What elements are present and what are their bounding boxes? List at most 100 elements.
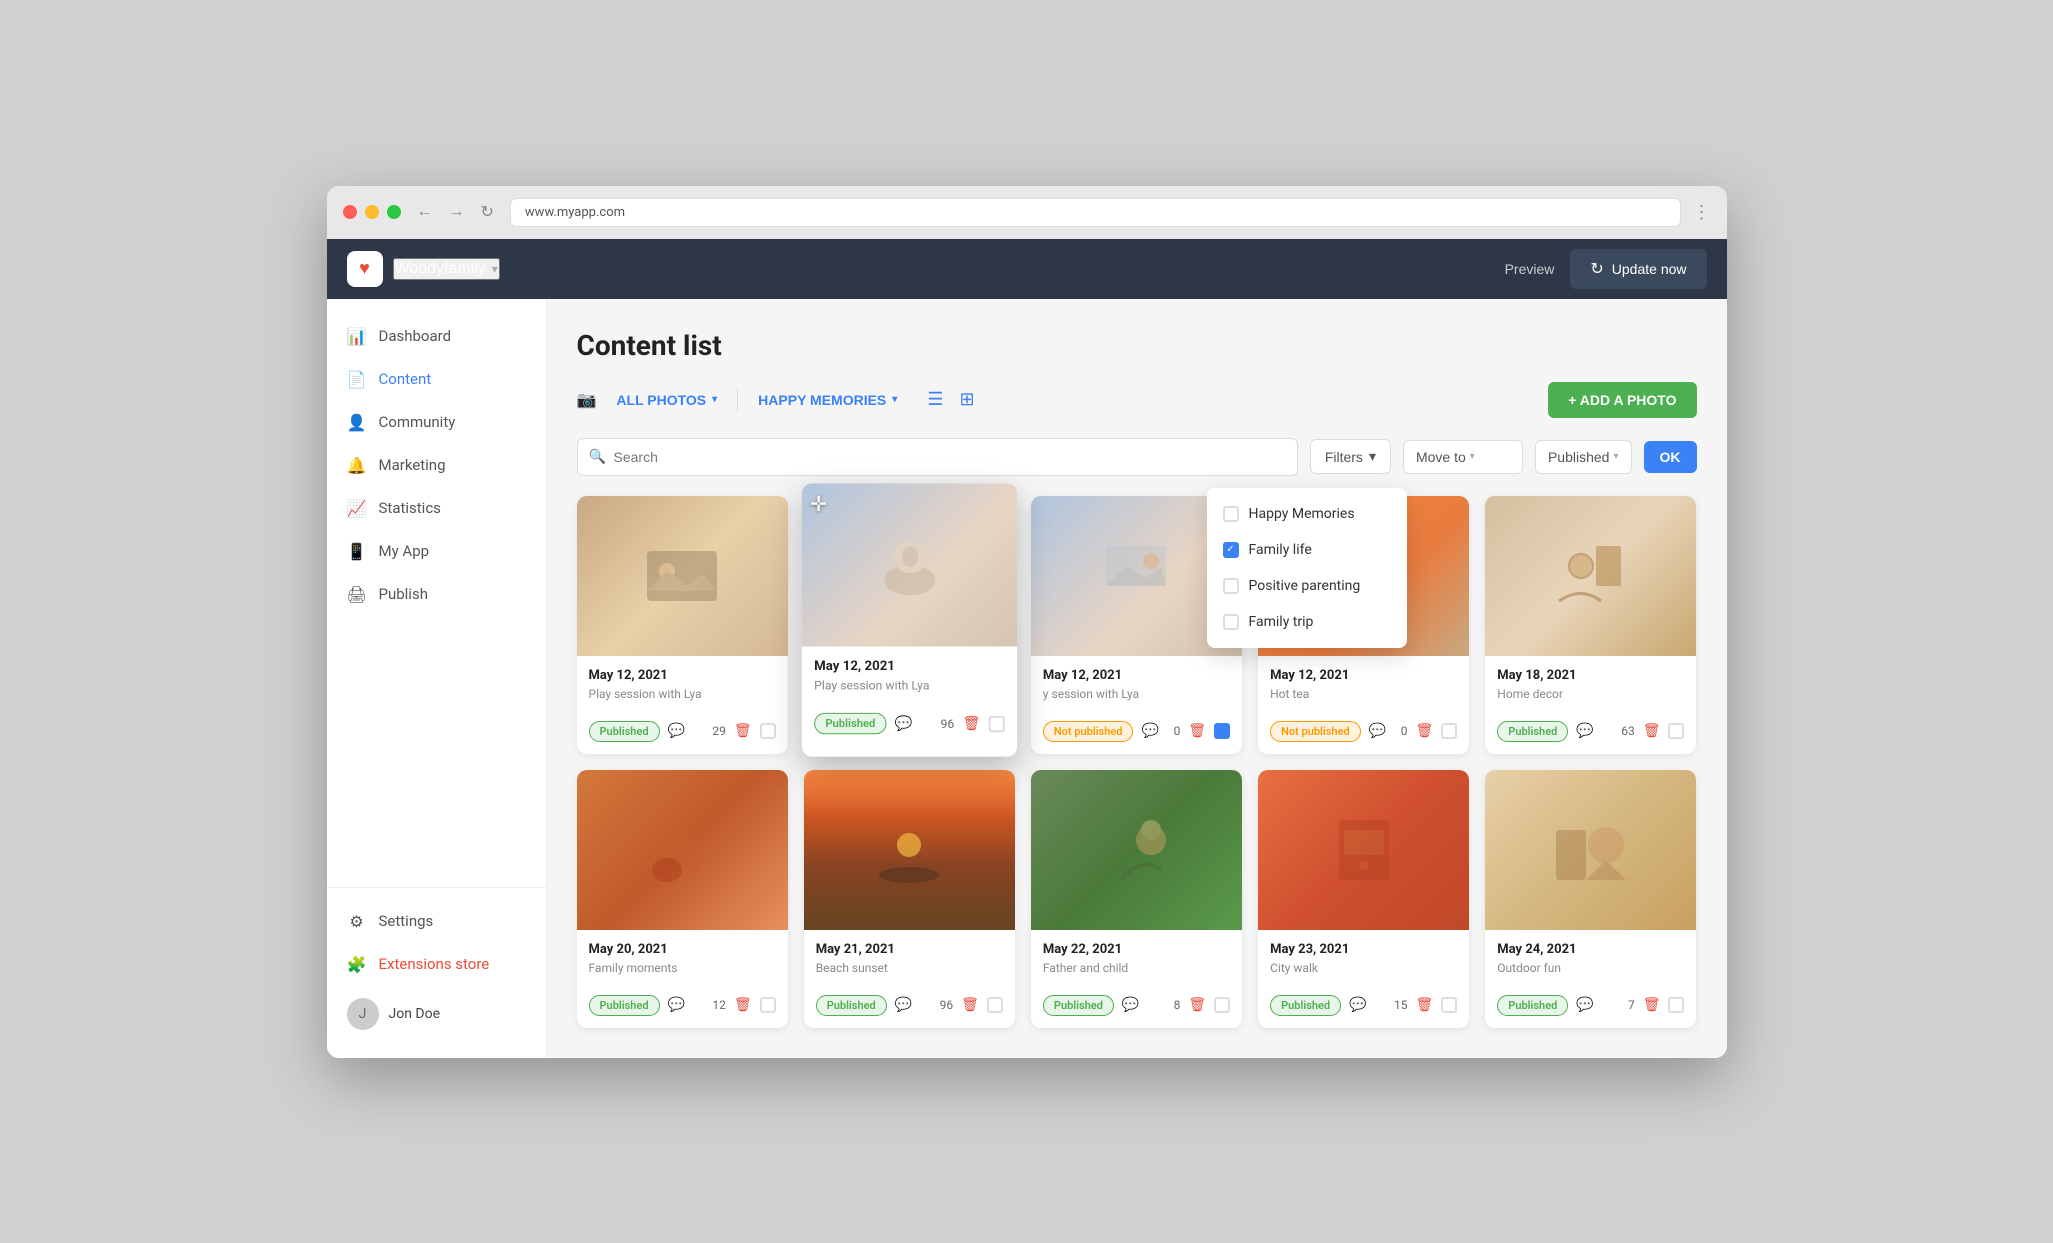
dropdown-item-family-trip[interactable]: Family trip <box>1207 604 1407 640</box>
forward-button[interactable]: → <box>445 198 469 226</box>
published-select[interactable]: Published ▾ <box>1535 440 1632 474</box>
photo-card-6[interactable]: May 20, 2021 Family moments Published 💬 … <box>577 770 788 1028</box>
card-checkbox-2[interactable] <box>988 715 1004 731</box>
traffic-lights <box>343 205 401 219</box>
trash-icon-10[interactable]: 🗑 <box>1643 997 1661 1013</box>
photo-card-10[interactable]: May 24, 2021 Outdoor fun Published 💬 7 🗑 <box>1485 770 1696 1028</box>
trash-icon-6[interactable]: 🗑 <box>734 997 752 1013</box>
checkbox-positive-parenting[interactable] <box>1223 578 1239 594</box>
published-label: Published <box>1548 449 1610 465</box>
header-left: ♥ Woodyfamily ▾ <box>347 251 500 287</box>
minimize-button[interactable] <box>365 205 379 219</box>
update-now-button[interactable]: ↻ Update now <box>1570 249 1706 289</box>
sidebar-item-myapp[interactable]: 📱 My App <box>327 530 546 573</box>
grid-view-button[interactable]: ⊞ <box>953 385 980 414</box>
browser-chrome: ← → ↻ www.myapp.com ⋮ <box>327 186 1727 239</box>
checkbox-family-life[interactable]: ✓ <box>1223 542 1239 558</box>
content-icon: 📄 <box>347 370 367 389</box>
move-to-select[interactable]: Move to ▾ <box>1403 440 1523 474</box>
sidebar-item-content[interactable]: 📄 Content <box>327 358 546 401</box>
nav-buttons: ← → ↻ <box>413 198 498 226</box>
photo-card-9[interactable]: May 23, 2021 City walk Published 💬 15 🗑 <box>1258 770 1469 1028</box>
photo-date-3: May 12, 2021 <box>1043 668 1230 683</box>
close-button[interactable] <box>343 205 357 219</box>
photo-card-7[interactable]: May 21, 2021 Beach sunset Published 💬 96… <box>804 770 1015 1028</box>
sidebar-item-statistics[interactable]: 📈 Statistics <box>327 487 546 530</box>
status-badge-4: Not published <box>1270 721 1361 742</box>
photo-footer-9: Published 💬 15 🗑 <box>1258 987 1469 1028</box>
sidebar-item-publish[interactable]: 🖨 Publish <box>327 573 546 616</box>
preview-button[interactable]: Preview <box>1505 261 1555 277</box>
photo-image-10 <box>1485 770 1696 930</box>
list-view-button[interactable]: ☰ <box>921 385 949 414</box>
trash-icon-7[interactable]: 🗑 <box>961 997 979 1013</box>
photo-info-2: May 12, 2021 Play session with Lya <box>802 646 1017 704</box>
dropdown-item-family-life[interactable]: ✓ Family life <box>1207 532 1407 568</box>
photo-card-5[interactable]: May 18, 2021 Home decor Published 💬 63 🗑 <box>1485 496 1696 754</box>
dropdown-item-positive-parenting[interactable]: Positive parenting <box>1207 568 1407 604</box>
photo-desc-5: Home decor <box>1497 687 1684 701</box>
address-bar[interactable]: www.myapp.com <box>510 198 1681 227</box>
trash-icon-1[interactable]: 🗑 <box>734 723 752 739</box>
card-checkbox-4[interactable] <box>1441 723 1457 739</box>
trash-icon-2[interactable]: 🗑 <box>962 715 980 731</box>
sidebar-item-dashboard[interactable]: 📊 Dashboard <box>327 315 546 358</box>
dropdown-label-happy-memories: Happy Memories <box>1249 506 1355 522</box>
photo-info-1: May 12, 2021 Play session with Lya <box>577 656 788 713</box>
photo-card-2[interactable]: ✛ May 12, 2021 Play session with Lya P <box>802 483 1017 756</box>
photo-desc-4: Hot tea <box>1270 687 1457 701</box>
app-name-text: Woodyfamily <box>395 260 486 278</box>
maximize-button[interactable] <box>387 205 401 219</box>
dropdown-item-happy-memories[interactable]: Happy Memories <box>1207 496 1407 532</box>
sidebar-label-content: Content <box>379 370 432 388</box>
photo-date-2: May 12, 2021 <box>814 658 1005 673</box>
ok-button[interactable]: OK <box>1644 441 1697 473</box>
comment-icon-6: 💬 <box>668 997 685 1013</box>
all-photos-filter[interactable]: ALL PHOTOS ▾ <box>608 388 725 412</box>
photo-desc-7: Beach sunset <box>816 961 1003 975</box>
photo-card-8[interactable]: May 22, 2021 Father and child Published … <box>1031 770 1242 1028</box>
photo-card-1[interactable]: May 12, 2021 Play session with Lya Publi… <box>577 496 788 754</box>
comment-count-3: 0 <box>1174 724 1181 738</box>
comment-count-10: 7 <box>1628 998 1635 1012</box>
sidebar-item-settings[interactable]: ⚙ Settings <box>327 900 546 943</box>
extensions-icon: 🧩 <box>347 955 367 974</box>
community-icon: 👤 <box>347 413 367 432</box>
happy-memories-filter[interactable]: HAPPY MEMORIES ▾ <box>750 388 905 412</box>
app-header: ♥ Woodyfamily ▾ Preview ↻ Update now <box>327 239 1727 299</box>
trash-icon-4[interactable]: 🗑 <box>1416 723 1434 739</box>
back-button[interactable]: ← <box>413 198 437 226</box>
app-name-button[interactable]: Woodyfamily ▾ <box>393 258 500 280</box>
comment-icon-10: 💬 <box>1576 997 1593 1013</box>
card-checkbox-6[interactable] <box>760 997 776 1013</box>
status-badge-8: Published <box>1043 995 1114 1016</box>
sidebar-item-community[interactable]: 👤 Community <box>327 401 546 444</box>
comment-icon-7: 💬 <box>895 997 912 1013</box>
trash-icon-9[interactable]: 🗑 <box>1416 997 1434 1013</box>
card-checkbox-1[interactable] <box>760 723 776 739</box>
app-body: 📊 Dashboard 📄 Content 👤 Community 🔔 Mark… <box>327 299 1727 1058</box>
card-checkbox-3[interactable] <box>1214 723 1230 739</box>
checkbox-family-trip[interactable] <box>1223 614 1239 630</box>
card-checkbox-9[interactable] <box>1441 997 1457 1013</box>
trash-icon-5[interactable]: 🗑 <box>1643 723 1661 739</box>
sidebar-item-marketing[interactable]: 🔔 Marketing <box>327 444 546 487</box>
sidebar-user[interactable]: J Jon Doe <box>327 986 546 1042</box>
add-photo-button[interactable]: + ADD A PHOTO <box>1548 382 1696 418</box>
trash-icon-8[interactable]: 🗑 <box>1188 997 1206 1013</box>
app-logo: ♥ <box>347 251 383 287</box>
card-checkbox-7[interactable] <box>987 997 1003 1013</box>
sidebar-bottom: ⚙ Settings 🧩 Extensions store J Jon Doe <box>327 887 546 1042</box>
checkbox-happy-memories[interactable] <box>1223 506 1239 522</box>
search-input[interactable] <box>577 438 1298 476</box>
card-checkbox-8[interactable] <box>1214 997 1230 1013</box>
card-checkbox-10[interactable] <box>1668 997 1684 1013</box>
trash-icon-3[interactable]: 🗑 <box>1188 723 1206 739</box>
photo-info-8: May 22, 2021 Father and child <box>1031 930 1242 987</box>
card-checkbox-5[interactable] <box>1668 723 1684 739</box>
filters-button[interactable]: Filters ▾ <box>1310 439 1391 474</box>
publish-icon: 🖨 <box>347 585 367 604</box>
sidebar-item-extensions[interactable]: 🧩 Extensions store <box>327 943 546 986</box>
refresh-button[interactable]: ↻ <box>477 198 498 226</box>
browser-menu-icon[interactable]: ⋮ <box>1693 202 1711 223</box>
